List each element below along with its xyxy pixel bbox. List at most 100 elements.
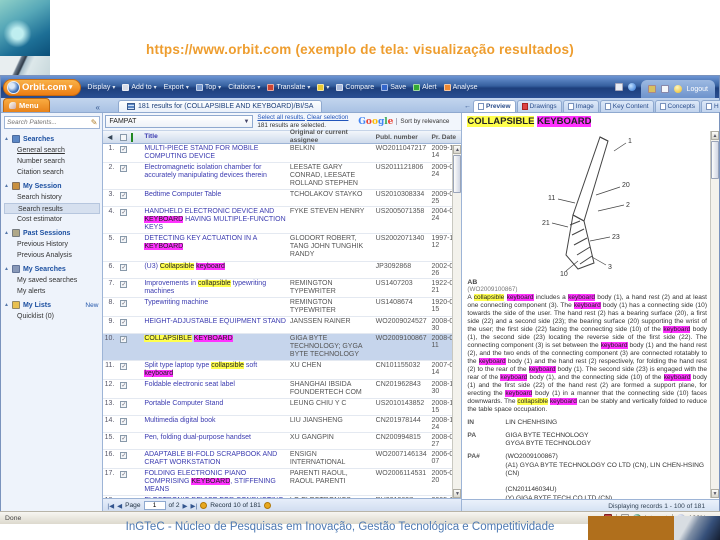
sidebar-item-number-search[interactable]: Number search	[4, 156, 100, 167]
sidebar-item-search-results[interactable]: Search results	[4, 203, 101, 214]
tab-scroll-left-icon[interactable]: ←	[463, 103, 472, 112]
table-row[interactable]: 2. ✓ Electromagnetic isolation chamber for…	[103, 163, 462, 191]
select-all-link[interactable]: Select all results.	[257, 114, 305, 121]
tab-h[interactable]: H	[701, 100, 720, 112]
result-title-link[interactable]: FOLDING ELECTRONIC PIANO COMPRISING KEYB…	[144, 470, 290, 494]
clear-selection-link[interactable]: Clear selection	[307, 114, 349, 121]
notes-icon[interactable]	[614, 83, 623, 91]
result-title-link[interactable]: MULTI-PIECE STAND FOR MOBILE COMPUTING D…	[144, 145, 290, 161]
first-page-button[interactable]: |◀	[107, 502, 114, 510]
column-publ-number[interactable]: Publ. number	[376, 134, 432, 141]
sidebar-section-my-searches[interactable]: ▲ My Searches	[4, 263, 100, 275]
tab-concepts[interactable]: Concepts	[654, 100, 700, 112]
table-row[interactable]: 1. ✓ MULTI-PIECE STAND FOR MOBILE COMPUTIN…	[103, 144, 462, 164]
row-checkbox[interactable]: ✓	[120, 280, 128, 288]
table-row[interactable]: 15. ✓ Pen, folding dual-purpose handset XU …	[103, 433, 462, 451]
table-row[interactable]: 3. ✓ Bedtime Computer Table TCHOLAKOV STAYK…	[103, 190, 462, 208]
scroll-up-icon[interactable]: ▲	[453, 145, 462, 154]
row-checkbox[interactable]: ✓	[120, 299, 128, 307]
toolbar-button-analyse[interactable]: Analyse	[443, 83, 477, 91]
result-title-link[interactable]: HANDHELD ELECTRONIC DEVICE AND KEYBOARD …	[144, 208, 290, 232]
help-icon[interactable]	[627, 83, 636, 91]
result-title-link[interactable]: Portable Computer Stand	[144, 400, 290, 414]
toolbar-button-export[interactable]: Export ▾	[164, 84, 189, 91]
toolbar-button-compare[interactable]: Compare	[336, 83, 374, 91]
prev-page-button[interactable]: ◀	[117, 502, 122, 510]
row-checkbox[interactable]: ✓	[120, 418, 128, 426]
tab-preview[interactable]: Preview	[473, 100, 516, 112]
toolbar-button-save[interactable]: Save	[381, 83, 406, 91]
sort-select[interactable]: Sort by relevance	[396, 118, 449, 125]
page-input[interactable]	[143, 501, 166, 510]
logout-button[interactable]: Logout	[687, 86, 708, 93]
row-checkbox[interactable]: ✓	[120, 146, 128, 153]
scroll-thumb[interactable]	[711, 141, 719, 179]
results-scrollbar[interactable]: ▲ ▼	[452, 145, 462, 498]
select-all-checkbox[interactable]	[120, 134, 128, 141]
result-title-link[interactable]: HEIGHT-ADJUSTABLE EQUIPMENT STAND	[144, 318, 290, 332]
table-row[interactable]: 4. ✓ HANDHELD ELECTRONIC DEVICE AND KEYBOA…	[103, 207, 462, 235]
sidebar-item-my-saved-searches[interactable]: My saved searches	[4, 275, 100, 286]
row-checkbox[interactable]: ✓	[120, 435, 128, 443]
table-row[interactable]: 11. ✓ Split type laptop type collapsible s…	[103, 360, 462, 380]
sidebar-item-previous-history[interactable]: Previous History	[4, 239, 100, 250]
mail-icon[interactable]	[660, 85, 669, 93]
row-checkbox[interactable]: ✓	[120, 471, 128, 479]
sidebar-section-my-session[interactable]: ▲ My Session	[4, 180, 100, 192]
toolbar-button-translate[interactable]: Translate ▾	[267, 83, 310, 91]
orbit-logo[interactable]: Orbit.com ▾	[3, 78, 82, 96]
menu-tab[interactable]: Menu	[3, 98, 50, 112]
tab-key-content[interactable]: Key Content	[599, 100, 654, 112]
toolbar-button-add-to[interactable]: Add to ▾	[122, 83, 157, 91]
row-checkbox[interactable]: ✓	[120, 452, 128, 460]
table-row[interactable]: 14. ✓ Multimedia digital book LIU JIANSHENG…	[103, 416, 462, 434]
result-title-link[interactable]: DETECTING KEY ACTUATION IN A KEYBOARD	[144, 235, 290, 259]
sidebar-item-cost-estimator[interactable]: Cost estimator	[4, 214, 100, 225]
row-checkbox[interactable]: ✓	[120, 401, 128, 409]
results-tab[interactable]: 181 results for (COLLAPSIBLE AND KEYBOAR…	[118, 100, 323, 112]
toolbar-button-display[interactable]: Display ▾	[87, 84, 115, 91]
table-row[interactable]: 6. ✓ (U3) Collapsible keyboard JP3092868 200…	[103, 261, 462, 279]
lock-icon[interactable]	[263, 502, 271, 509]
row-checkbox[interactable]: ✓	[120, 318, 128, 326]
sidebar-section-past-sessions[interactable]: ▲ Past Sessions	[4, 227, 100, 239]
scroll-down-icon[interactable]: ▼	[711, 489, 719, 498]
sidebar-section-my-lists[interactable]: ▲ My Lists New	[4, 299, 100, 311]
result-title-link[interactable]: (U3) Collapsible keyboard	[144, 262, 290, 277]
table-row[interactable]: 13. ✓ Portable Computer Stand LEUNG CHIU Y …	[103, 399, 462, 417]
row-checkbox[interactable]: ✓	[120, 165, 128, 173]
next-page-button[interactable]: ▶	[183, 502, 188, 510]
table-row[interactable]: 16. ✓ ADAPTABLE BI-FOLD SCRAPBOOK AND CRAF…	[103, 450, 462, 470]
sidebar-item-quicklist-0-[interactable]: Quicklist (0)	[4, 311, 100, 322]
table-row[interactable]: 12. ✓ Foldable electronic seat label SHANGH…	[103, 379, 462, 400]
scroll-up-icon[interactable]: ▲	[711, 131, 719, 140]
preview-scrollbar[interactable]: ▲ ▼	[710, 131, 719, 498]
scroll-down-icon[interactable]: ▼	[453, 489, 462, 498]
row-checkbox[interactable]: ✓	[120, 192, 128, 200]
column-assignee[interactable]: Original or current assignee	[290, 129, 376, 144]
unlock-icon[interactable]	[200, 502, 208, 509]
sidebar-item-search-history[interactable]: Search history	[4, 192, 100, 203]
key-icon[interactable]	[647, 85, 656, 93]
result-title-link[interactable]: Improvements in collapsible typewriting …	[144, 279, 290, 296]
database-select[interactable]: FAMPAT ▼	[105, 115, 254, 128]
toolbar-button-highlight[interactable]: ▾	[317, 83, 329, 91]
result-title-link[interactable]: Bedtime Computer Table	[144, 191, 290, 205]
result-title-link[interactable]: ADAPTABLE BI-FOLD SCRAPBOOK AND CRAFT WO…	[144, 451, 290, 467]
toolbar-button-citations[interactable]: Citations ▾	[228, 84, 260, 91]
row-checkbox[interactable]: ✓	[120, 362, 128, 370]
result-title-link[interactable]: COLLAPSIBLE KEYBOARD	[144, 334, 290, 359]
sidebar-item-general-search[interactable]: General search	[4, 145, 100, 156]
search-input[interactable]	[7, 119, 91, 126]
sidebar-item-previous-analysis[interactable]: Previous Analysis	[4, 250, 100, 261]
google-logo[interactable]: Google	[358, 117, 393, 127]
last-page-button[interactable]: ▶|	[191, 502, 198, 510]
result-title-link[interactable]: Split type laptop type collapsible soft …	[144, 361, 290, 378]
scroll-thumb[interactable]	[453, 155, 462, 193]
row-checkbox[interactable]: ✓	[120, 236, 128, 244]
collapse-sidebar-icon[interactable]: «	[95, 103, 101, 112]
result-title-link[interactable]: Pen, folding dual-purpose handset	[144, 434, 290, 448]
result-title-link[interactable]: Multimedia digital book	[144, 417, 290, 431]
table-row[interactable]: 9. ✓ HEIGHT-ADJUSTABLE EQUIPMENT STAND JANS…	[103, 316, 462, 334]
tab-image[interactable]: Image	[562, 100, 599, 112]
